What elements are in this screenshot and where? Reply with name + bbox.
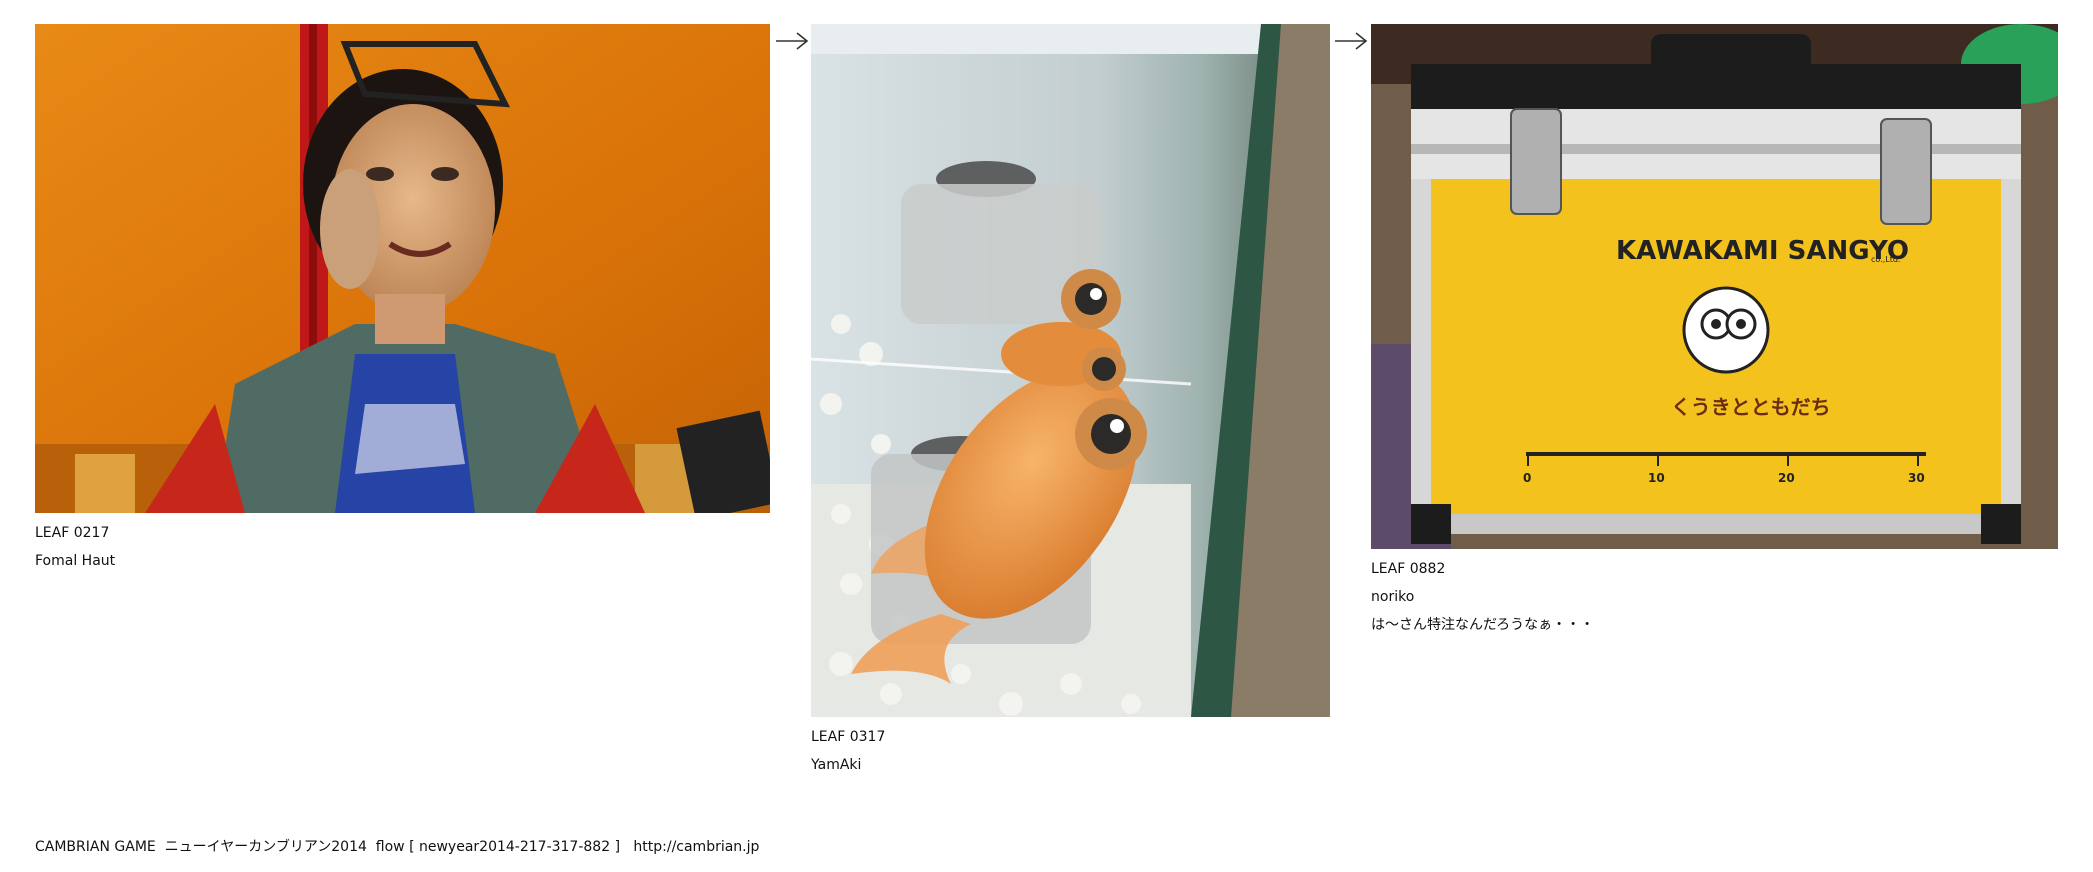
ruler-tick-label: 20 (1778, 471, 1795, 485)
leaf-number: LEAF 0217 (35, 525, 110, 541)
case-product-text: くうきとともだち (1671, 395, 1831, 419)
leaf-image-case[interactable]: KAWAKAMI SANGYO co.,Ltd. くうきとともだち 0 10 2… (1371, 24, 2058, 549)
right-arrow-icon (775, 29, 809, 53)
leaf-card-0317: LEAF 0317 YamAki (811, 24, 1330, 779)
case-brand-text: KAWAKAMI SANGYO (1616, 236, 1909, 266)
leaf-image-goldfish[interactable] (811, 24, 1330, 717)
goldfish-illustration (811, 24, 1330, 717)
right-arrow-icon (1334, 29, 1368, 53)
leaf-card-0217: LEAF 0217 Fomal Haut (35, 24, 770, 575)
footer-url-link[interactable]: http://cambrian.jp (633, 839, 759, 855)
case-brand-suffix: co.,Ltd. (1871, 255, 1900, 264)
footer-flow-id: flow [ newyear2014-217-317-882 ] (375, 839, 621, 855)
footer: CAMBRIAN GAME ニューイヤーカンブリアン2014 flow [ ne… (35, 833, 759, 861)
leaf-number: LEAF 0882 (1371, 561, 1446, 577)
ruler-tick-label: 30 (1908, 471, 1925, 485)
footer-event-name: ニューイヤーカンブリアン2014 (164, 839, 367, 855)
ruler-tick-label: 10 (1648, 471, 1665, 485)
leaf-image-portrait[interactable] (35, 24, 770, 513)
leaf-card-0882: KAWAKAMI SANGYO co.,Ltd. くうきとともだち 0 10 2… (1371, 24, 2058, 639)
leaf-number: LEAF 0317 (811, 729, 886, 745)
leaf-author[interactable]: noriko (1371, 583, 2058, 611)
leaf-comment: は～さん特注なんだろうなぁ・・・ (1371, 617, 1595, 633)
ruler-tick-label: 0 (1523, 471, 1531, 485)
case-illustration: KAWAKAMI SANGYO co.,Ltd. くうきとともだち 0 10 2… (1371, 24, 2058, 549)
leaf-author[interactable]: YamAki (811, 751, 1330, 779)
footer-game-link[interactable]: CAMBRIAN GAME (35, 839, 156, 855)
leaf-author[interactable]: Fomal Haut (35, 547, 770, 575)
portrait-illustration (35, 24, 770, 513)
